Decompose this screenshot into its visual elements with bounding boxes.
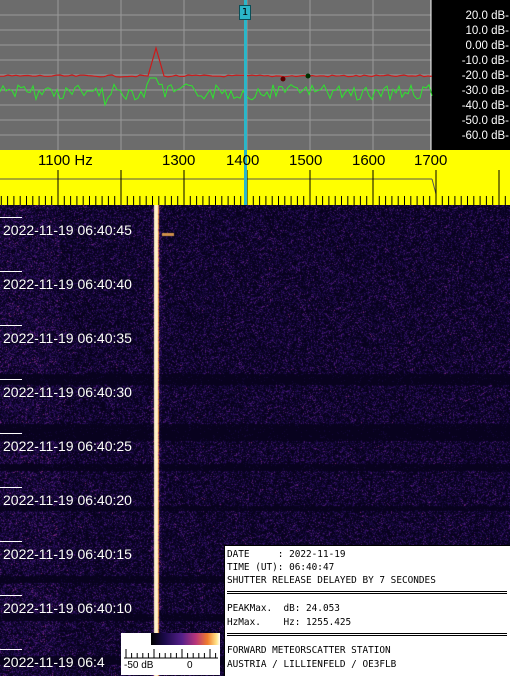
timestamp-tick bbox=[0, 271, 22, 272]
color-scale-legend: -50 dB 0 bbox=[121, 633, 220, 675]
info-separator bbox=[227, 591, 507, 594]
spectrum-trace-green bbox=[0, 77, 433, 107]
spectrum-lab-window: 20.0 dB- 10.0 dB- 0.00 dB- -10.0 dB- -20.0 d… bbox=[0, 0, 510, 676]
db-label: -50.0 dB- bbox=[462, 115, 509, 127]
info-peak-db: PEAKMax. dB: 24.053 bbox=[227, 603, 340, 614]
db-axis-labels: 20.0 dB- 10.0 dB- 0.00 dB- -10.0 dB- -20.0 d… bbox=[462, 10, 509, 142]
timestamp-tick bbox=[0, 217, 22, 218]
info-separator bbox=[227, 633, 507, 636]
ruler-ticks bbox=[0, 170, 506, 205]
freq-label-1500: 1500 bbox=[289, 152, 322, 169]
spectrum-graph: 20.0 dB- 10.0 dB- 0.00 dB- -10.0 dB- -20.0 d… bbox=[0, 0, 510, 150]
freq-label-1400: 1400 bbox=[226, 152, 259, 169]
filter-curve-slope bbox=[431, 178, 437, 195]
db-label: 10.0 dB- bbox=[466, 25, 510, 37]
timestamp-tick bbox=[0, 379, 22, 380]
db-label: -20.0 dB- bbox=[462, 70, 509, 82]
frequency-scale: 1100 Hz 1300 1400 1500 1600 1700 bbox=[0, 150, 506, 205]
timestamp-label: 2022-11-19 06:4 bbox=[3, 654, 105, 670]
db-label: -10.0 dB- bbox=[462, 55, 509, 67]
peak-marker-dot-2 bbox=[305, 73, 311, 79]
frequency-marker-handle[interactable]: 1 bbox=[239, 5, 251, 20]
peak-marker-dot-1 bbox=[280, 76, 286, 82]
color-scale-max-label: 0 bbox=[187, 660, 193, 671]
frequency-marker-line bbox=[244, 0, 247, 150]
timestamp-tick bbox=[0, 595, 22, 596]
timestamp-tick bbox=[0, 433, 22, 434]
freq-label-1600: 1600 bbox=[352, 152, 385, 169]
db-label: -60.0 dB- bbox=[462, 130, 509, 142]
timestamp-tick bbox=[0, 541, 22, 542]
info-peak-hz: HzMax. Hz: 1255.425 bbox=[227, 617, 352, 628]
frequency-ruler[interactable]: 1100 Hz 1300 1400 1500 1600 1700 bbox=[0, 150, 510, 205]
timestamp-label: 2022-11-19 06:40:20 bbox=[3, 492, 132, 508]
db-label: -40.0 dB- bbox=[462, 100, 509, 112]
timestamp-label: 2022-11-19 06:40:40 bbox=[3, 276, 132, 292]
db-label: 20.0 dB- bbox=[466, 10, 510, 22]
timestamp-label: 2022-11-19 06:40:10 bbox=[3, 600, 132, 616]
timestamp-label: 2022-11-19 06:40:15 bbox=[3, 546, 132, 562]
timestamp-label: 2022-11-19 06:40:35 bbox=[3, 330, 132, 346]
timestamp-tick bbox=[0, 325, 22, 326]
db-label: 0.00 dB- bbox=[466, 40, 510, 52]
info-time: TIME (UT): 06:40:47 bbox=[227, 562, 335, 573]
timestamp-label: 2022-11-19 06:40:25 bbox=[3, 438, 132, 454]
timestamp-tick bbox=[0, 487, 22, 488]
freq-label-1100: 1100 Hz bbox=[38, 152, 93, 169]
info-location: AUSTRIA / LILLIENFELD / OE3FLB bbox=[227, 659, 397, 670]
spectrum-trace-peak-hold bbox=[0, 45, 433, 78]
spectrum-display[interactable]: 20.0 dB- 10.0 dB- 0.00 dB- -10.0 dB- -20.0 d… bbox=[0, 0, 510, 150]
info-station: FORWARD METEORSCATTER STATION bbox=[227, 645, 391, 656]
db-label: -30.0 dB- bbox=[462, 85, 509, 97]
color-scale-min-label: -50 dB bbox=[124, 660, 154, 671]
timestamp-label: 2022-11-19 06:40:45 bbox=[3, 222, 132, 238]
station-info-box: DATE : 2022-11-19 TIME (UT): 06:40:47 SH… bbox=[224, 545, 510, 676]
info-shutter: SHUTTER RELEASE DELAYED BY 7 SECONDES bbox=[227, 575, 436, 586]
timestamp-label: 2022-11-19 06:40:30 bbox=[3, 384, 132, 400]
freq-label-1700: 1700 bbox=[414, 152, 447, 169]
freq-label-1300: 1300 bbox=[162, 152, 195, 169]
info-date: DATE : 2022-11-19 bbox=[227, 549, 346, 560]
timestamp-tick bbox=[0, 649, 22, 650]
spectrum-grid bbox=[0, 0, 431, 150]
